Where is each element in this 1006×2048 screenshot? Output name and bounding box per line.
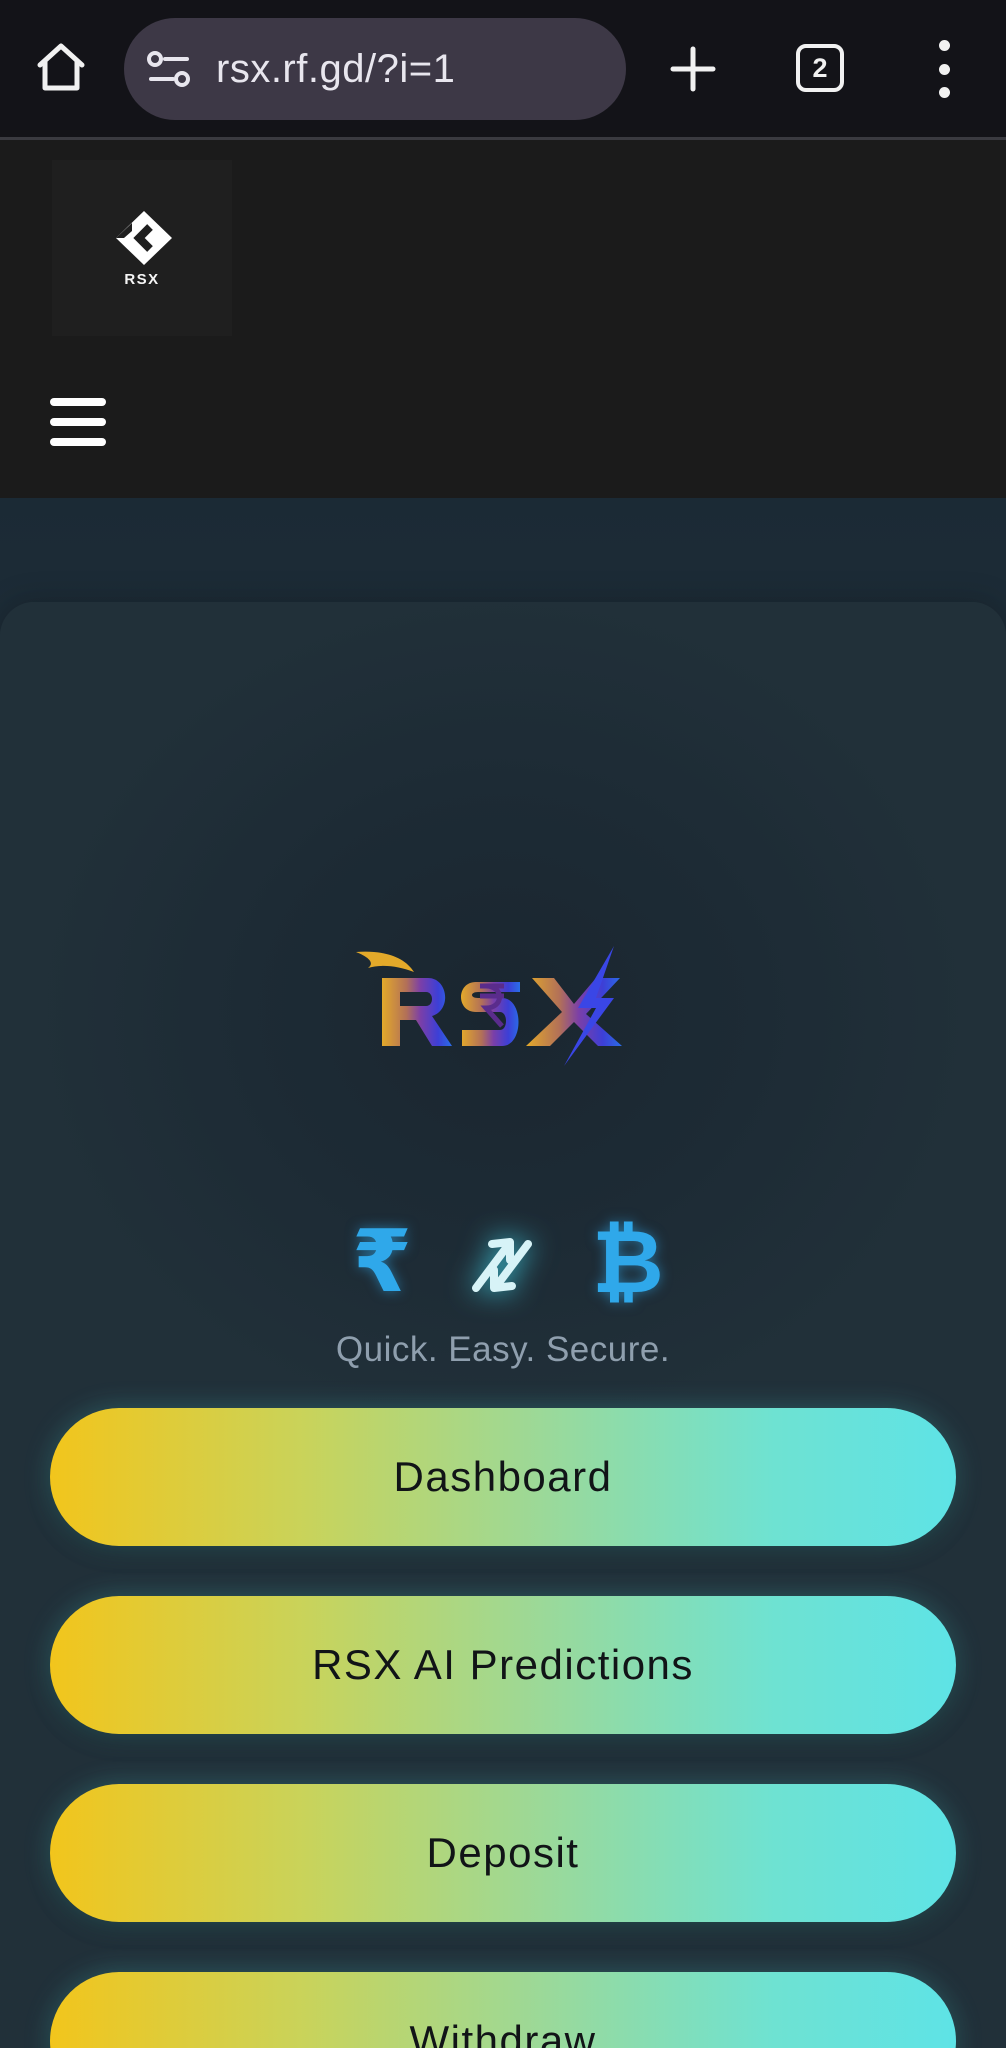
hamburger-menu-button[interactable]	[50, 398, 106, 446]
logo-text: RSX	[124, 270, 160, 288]
bitcoin-icon: ₿	[592, 1210, 664, 1313]
address-bar[interactable]: rsx.rf.gd/?i=1	[124, 18, 626, 120]
browser-toolbar: rsx.rf.gd/?i=1 2	[0, 0, 1006, 140]
url-text[interactable]: rsx.rf.gd/?i=1	[216, 47, 455, 92]
site-header: RSX	[0, 140, 1006, 498]
rupee-icon: ₹	[352, 1212, 412, 1312]
rsx-ai-predictions-button[interactable]: RSX AI Predictions	[50, 1596, 956, 1734]
menu-dot-icon	[938, 87, 950, 98]
hero-card: ₹ ₿ Quick. Easy. Secure. Dashboard RSX A…	[0, 602, 1006, 2048]
swap-arrows-icon	[472, 1238, 532, 1292]
new-tab-button[interactable]	[660, 36, 726, 102]
site-info-button[interactable]	[144, 44, 194, 94]
overflow-menu-button[interactable]	[918, 40, 970, 98]
dashboard-button[interactable]: Dashboard	[50, 1408, 956, 1546]
hamburger-line-icon	[50, 398, 106, 406]
rsx-logo-icon	[116, 210, 172, 265]
withdraw-button[interactable]: Withdraw	[50, 1972, 956, 2048]
tagline: Quick. Easy. Secure.	[335, 1330, 671, 1369]
main-content: ₹ ₿ Quick. Easy. Secure. Dashboard RSX A…	[0, 498, 1006, 2048]
menu-dot-icon	[938, 40, 950, 51]
site-logo[interactable]: RSX	[52, 160, 232, 336]
rsx-brand-logo-icon	[356, 946, 622, 1066]
tune-icon	[147, 51, 190, 87]
exchange-icons: ₹ ₿	[0, 1212, 1006, 1322]
deposit-button[interactable]: Deposit	[50, 1784, 956, 1922]
hamburger-line-icon	[50, 438, 106, 446]
menu-dot-icon	[938, 63, 950, 75]
hamburger-line-icon	[50, 418, 106, 426]
tab-switcher-button[interactable]: 2	[796, 44, 844, 92]
home-icon	[37, 43, 85, 91]
home-button[interactable]	[28, 34, 94, 100]
plus-icon	[670, 46, 716, 92]
